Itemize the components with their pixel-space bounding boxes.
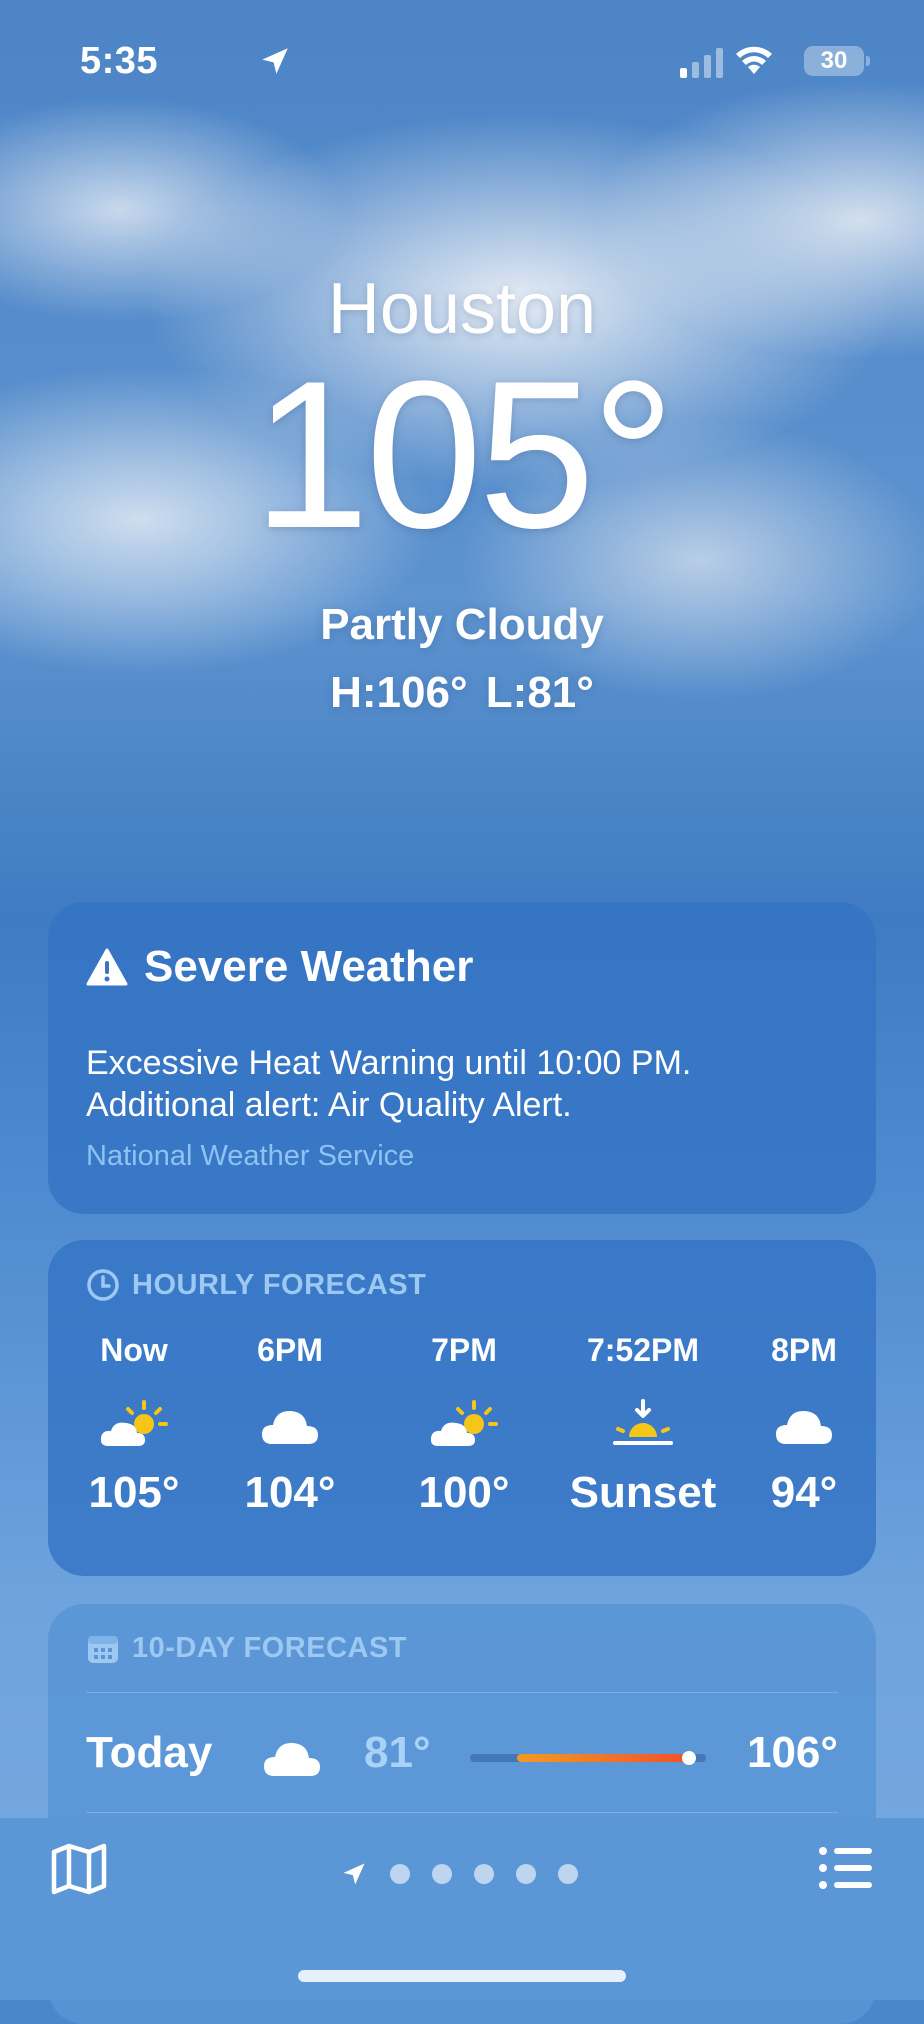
sunset-icon	[612, 1382, 674, 1468]
status-time: 5:35	[80, 40, 159, 82]
current-temperature-marker	[682, 1751, 697, 1765]
severe-weather-card[interactable]: Severe Weather Excessive Heat Warning un…	[48, 902, 876, 1214]
hourly-forecast-header: HOURLY FORECAST	[86, 1268, 426, 1302]
home-indicator[interactable]	[298, 1970, 626, 1982]
bottom-toolbar	[0, 1818, 924, 2000]
hour-time: 7:52PM	[586, 1332, 700, 1368]
hour-item: 6PM 104°	[216, 1332, 364, 1518]
current-temperature: 105°	[252, 337, 675, 572]
calendar-icon	[88, 1635, 118, 1663]
hourly-forecast-card[interactable]: HOURLY FORECAST Now 105° 6PM 104° 7PM 10…	[48, 1240, 876, 1576]
page-dot[interactable]	[390, 1864, 410, 1884]
hour-temperature: 100°	[418, 1468, 510, 1517]
cloud-icon	[774, 1382, 834, 1468]
page-indicator[interactable]	[340, 1860, 578, 1888]
partly-cloudy-icon	[428, 1382, 500, 1468]
page-dot[interactable]	[474, 1864, 494, 1884]
hour-item: Now 105°	[78, 1332, 190, 1518]
hour-temperature: 94°	[770, 1468, 838, 1517]
location-arrow-icon	[262, 48, 288, 74]
page-dot[interactable]	[558, 1864, 578, 1884]
cellular-signal-icon	[680, 48, 723, 78]
high-low-temperatures: H:106° L:81°	[330, 668, 594, 717]
hour-temperature: Sunset	[569, 1468, 717, 1517]
hourly-forecast-title: HOURLY FORECAST	[132, 1268, 427, 1301]
ten-day-forecast-header: 10-DAY FORECAST	[86, 1632, 407, 1665]
hour-temperature: 105°	[88, 1468, 180, 1517]
weather-condition: Partly Cloudy	[320, 600, 604, 649]
wifi-icon	[736, 46, 772, 74]
page-dot[interactable]	[432, 1864, 452, 1884]
location-arrow-icon	[343, 1863, 365, 1885]
hour-time: Now	[100, 1332, 168, 1368]
divider	[86, 1812, 838, 1813]
map-icon[interactable]	[50, 1842, 108, 1896]
day-high-temperature: 106°	[746, 1728, 838, 1777]
temperature-range-bar	[470, 1751, 706, 1765]
battery-indicator: 30	[804, 46, 870, 76]
temperature-range-fill	[517, 1754, 695, 1762]
hour-time: 6PM	[257, 1332, 323, 1368]
hour-item: 7PM 100°	[390, 1332, 538, 1518]
page-dot[interactable]	[516, 1864, 536, 1884]
day-row-today[interactable]: Today 81° 106°	[86, 1696, 838, 1816]
hour-item: 7:52PM Sunset	[564, 1332, 722, 1518]
warning-icon	[86, 948, 128, 986]
hour-time: 7PM	[431, 1332, 497, 1368]
divider	[86, 1692, 838, 1693]
alert-description: Excessive Heat Warning until 10:00 PM. A…	[86, 1044, 692, 1124]
hour-time: 8PM	[771, 1332, 837, 1368]
status-bar: 5:35 30	[80, 40, 870, 84]
list-icon[interactable]	[818, 1846, 874, 1890]
day-name: Today	[86, 1728, 213, 1777]
cloud-icon	[262, 1736, 322, 1783]
hourly-scroll-row[interactable]: Now 105° 6PM 104° 7PM 100° 7:52PM Sunset…	[78, 1332, 876, 1518]
partly-cloudy-icon	[98, 1382, 170, 1468]
alert-title: Severe Weather	[144, 942, 474, 991]
cloud-icon	[260, 1382, 320, 1468]
alert-source-link[interactable]: National Weather Service	[86, 1140, 414, 1173]
alert-header: Severe Weather	[86, 942, 473, 992]
ten-day-forecast-title: 10-DAY FORECAST	[132, 1632, 408, 1664]
day-low-temperature: 81°	[364, 1728, 431, 1777]
battery-level: 30	[820, 47, 848, 74]
hour-item: 8PM 94°	[748, 1332, 860, 1518]
hour-temperature: 104°	[244, 1468, 336, 1517]
clock-icon	[87, 1269, 119, 1301]
